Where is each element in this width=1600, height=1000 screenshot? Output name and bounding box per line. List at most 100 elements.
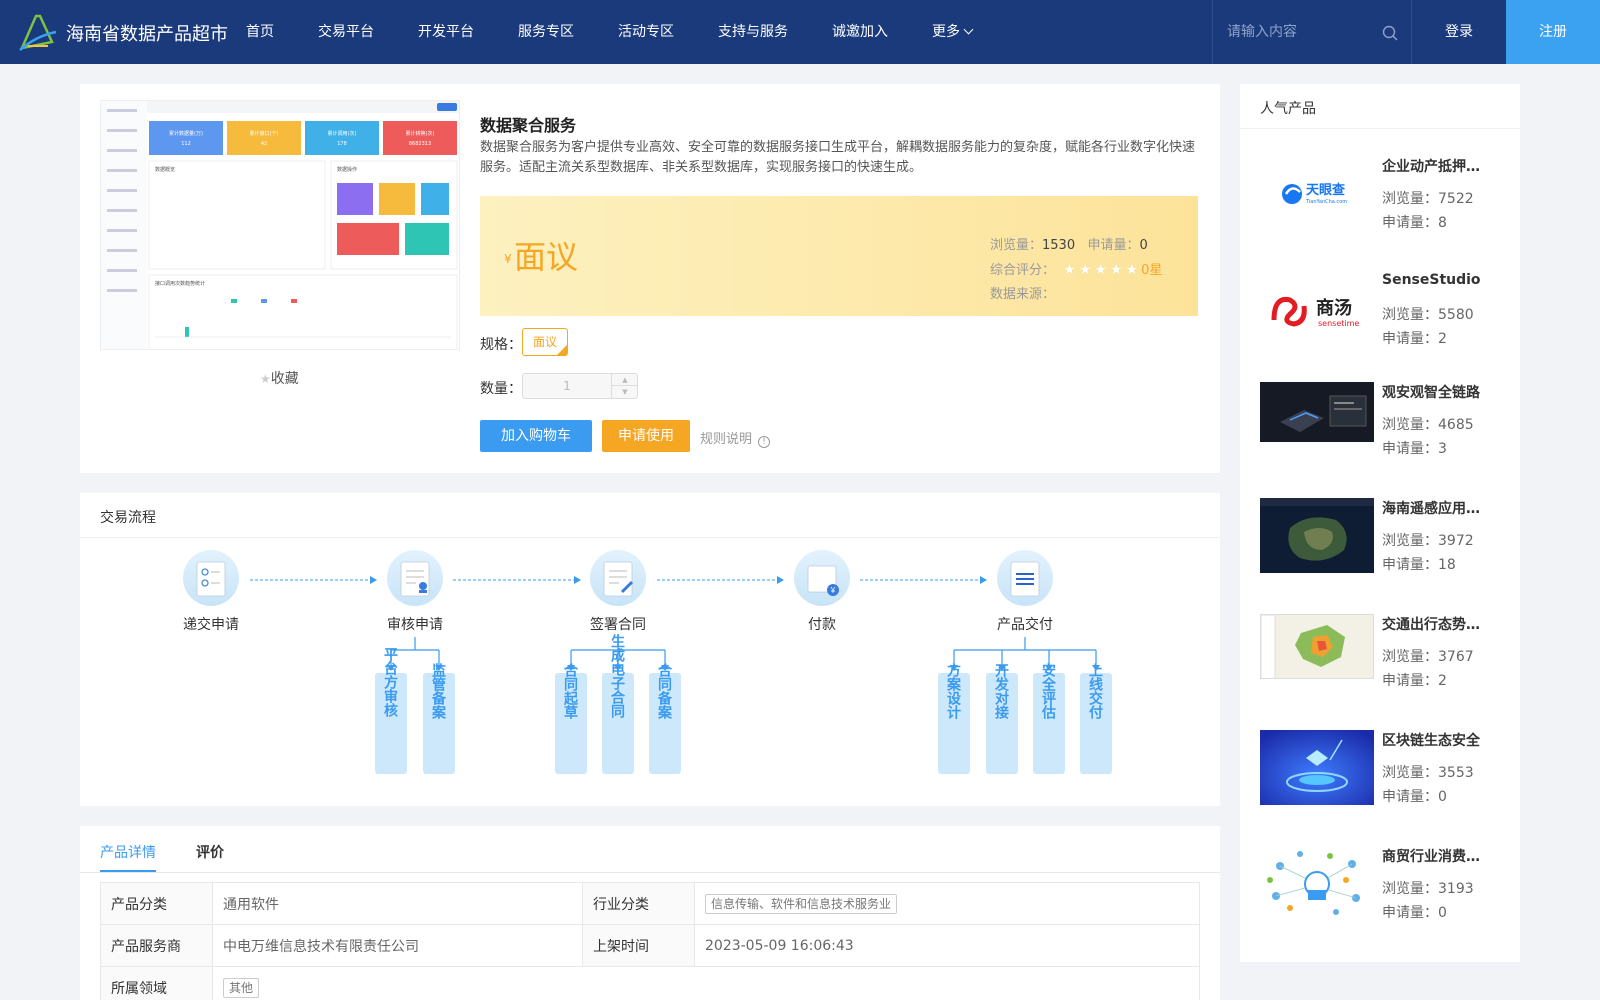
substep-label: 监管备案 [431,662,447,720]
hot-applies: 申请量：3 [1382,438,1447,458]
cell-value: 信息传输、软件和信息技术服务业 [694,882,1200,925]
hot-product-item[interactable]: 商贸行业消费分析 浏览量：3193 申请量：0 [1260,846,1510,956]
views-value: 7522 [1438,191,1474,207]
hot-product-item[interactable]: 观安观智全链路 浏览量：4685 申请量：3 [1260,382,1510,492]
quantity-input[interactable]: 1 [523,374,611,398]
step-label: 审核申请 [387,616,443,632]
detail-table: 产品分类 通用软件 行业分类 信息传输、软件和信息技术服务业 产品服务商 中电万… [100,882,1200,1000]
hot-product-item[interactable]: 交通出行态势分析 浏览量：3767 申请量：2 [1260,614,1510,724]
logo-subtext: TianYanCha.com [1305,199,1347,205]
login-button[interactable]: 登录 [1412,0,1506,64]
step-contract: 签署合同 [590,550,646,632]
search-input[interactable] [1227,20,1377,44]
nav-support[interactable]: 支持与服务 [696,0,810,64]
nav-activity[interactable]: 活动专区 [596,0,696,64]
substep-label: 平台方审核 [383,647,399,718]
star-icon: ★ [1125,262,1142,278]
cell-value: 2023-05-09 16:06:43 [694,924,1200,967]
views-value: 3767 [1438,649,1474,665]
product-thumbnail [1260,730,1374,805]
rating-label: 综合评分： [990,263,1056,278]
cell-value: 其他 [212,966,1200,1000]
chevron-down-icon[interactable]: ▼ [611,386,638,398]
search-icon[interactable] [1381,24,1399,42]
add-to-cart-button[interactable]: 加入购物车 [480,420,592,452]
star-icon: ★ [1094,262,1110,278]
rules-link[interactable]: 规则说明! [700,428,771,448]
register-button[interactable]: 注册 [1506,0,1600,64]
hot-applies: 申请量：2 [1382,670,1447,690]
applies-label: 申请量： [1382,673,1438,689]
spec-option[interactable]: 面议 [522,328,568,356]
nav-home[interactable]: 首页 [230,0,296,64]
views-label: 浏览量： [1382,307,1438,323]
applies-label: 申请量： [1382,331,1438,347]
applies-value: 2 [1438,331,1447,347]
hot-product-item[interactable]: 海南遥感应用服务 浏览量：3972 申请量：18 [1260,498,1510,608]
cell-key: 产品服务商 [100,924,213,967]
site-title[interactable]: 海南省数据产品超市 [66,20,228,46]
applies-label: 申请量： [1382,789,1438,805]
views-label: 浏览量： [1382,649,1438,665]
step-label: 签署合同 [590,616,646,632]
chevron-up-icon[interactable]: ▲ [611,374,638,386]
tab-reviews[interactable]: 评价 [196,842,224,862]
product-thumbnail [1260,614,1374,679]
substep-label: 合同备案 [657,662,673,720]
tab-product-detail[interactable]: 产品详情 [100,842,156,862]
applies-value: 0 [1139,238,1148,253]
step-submit: 递交申请 [183,550,239,632]
apply-use-button[interactable]: 申请使用 [602,420,690,452]
industry-tag: 信息传输、软件和信息技术服务业 [705,893,898,914]
table-row: 产品分类 通用软件 行业分类 信息传输、软件和信息技术服务业 [100,882,1200,925]
substep-label: 开发对接 [994,663,1010,720]
nav-more[interactable]: 更多 [910,0,994,64]
star-icon: ★ [1063,262,1079,278]
product-thumbnail [1260,382,1374,442]
kpi-value-3: 178 [337,141,347,147]
selected-corner-icon [557,345,567,355]
hot-views: 浏览量：4685 [1382,414,1474,434]
star-icon: ★ [1078,262,1095,278]
hot-views: 浏览量：5580 [1382,304,1474,324]
hot-product-item[interactable]: 天眼查 TianYanCha.com 企业动产抵押信息 浏览量：7522 申请量… [1260,156,1510,266]
star-icon: ★ [260,372,271,386]
hot-applies: 申请量：8 [1382,212,1447,232]
spec-option-label: 面议 [532,335,557,349]
views-value: 3972 [1438,533,1474,549]
qty-label: 数量： [480,381,522,397]
trade-flow-panel: 交易流程 递交申请 审核申请 签署合同 ¥ 付款 产品交付 平台方审核 监管备案… [80,493,1220,806]
applies-value: 0 [1438,789,1447,805]
nav-dev[interactable]: 开发平台 [396,0,496,64]
favorite-button[interactable]: ★收藏 [260,368,299,388]
domain-tag: 其他 [223,977,260,998]
nav-trade[interactable]: 交易平台 [296,0,396,64]
panel-trend-title: 接口调用次数趋势统计 [155,280,205,287]
rules-label: 规则说明 [700,432,753,447]
nav-service[interactable]: 服务专区 [496,0,596,64]
chevron-down-icon [963,24,974,35]
hot-product-name: 海南遥感应用服务 [1382,501,1486,517]
cell-value: 通用软件 [212,882,583,925]
applies-label: 申请量： [1382,441,1438,457]
product-screenshot[interactable]: 累计数据量(万) 112 累计接口(个) 42 累计调用(次) 178 累计转换… [100,100,460,350]
views-value: 4685 [1438,417,1474,433]
views-label: 浏览量： [1382,191,1438,207]
info-icon: ! [758,436,771,448]
hot-product-item[interactable]: 区块链生态安全 浏览量：3553 申请量：0 [1260,730,1510,840]
applies-label: 申请量： [1382,557,1438,573]
product-thumbnail: 商汤 sensetime [1260,272,1374,347]
product-panel: 累计数据量(万) 112 累计接口(个) 42 累计调用(次) 178 累计转换… [80,84,1220,473]
hot-product-name: 企业动产抵押信息 [1382,159,1486,175]
nav-join[interactable]: 诚邀加入 [810,0,910,64]
hot-products-panel: 人气产品 天眼查 TianYanCha.com 企业动产抵押信息 浏览量：752… [1240,84,1520,962]
hot-views: 浏览量：3193 [1382,878,1474,898]
table-row: 所属领域 其他 [100,966,1200,1000]
divider [1240,128,1520,129]
views-value: 1530 [1042,238,1076,253]
cell-key: 产品分类 [100,882,213,925]
applies-value: 0 [1438,905,1447,921]
hot-product-item[interactable]: 商汤 sensetime SenseStudio 浏览量：5580 申请量：2 [1260,272,1510,382]
logo-icon[interactable] [18,12,58,52]
kpi-label-1: 累计数据量(万) [169,130,203,137]
